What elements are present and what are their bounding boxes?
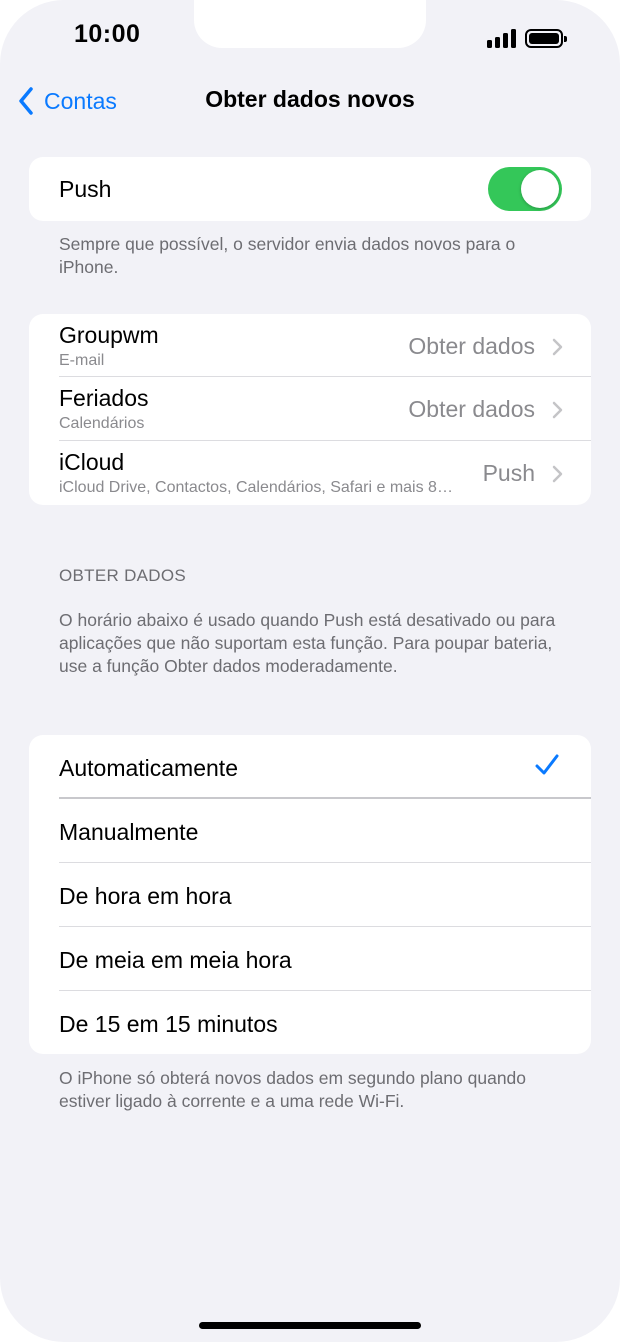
signal-icon [487,28,516,48]
account-fetch-mode: Push [482,460,535,486]
fetch-option-label: Automaticamente [59,755,238,781]
status-icons [487,26,567,48]
push-toggle[interactable] [488,167,562,211]
account-subtitle: E-mail [59,352,105,369]
account-name: Groupwm [59,322,159,348]
fetch-option-half-hourly[interactable]: De meia em meia hora [29,927,591,991]
account-name: Feriados [59,385,149,411]
chevron-right-icon [552,465,563,483]
phone-screen: 10:00 Contas Obter dados novos Push Semp… [0,0,620,1342]
fetch-option-hourly[interactable]: De hora em hora [29,863,591,927]
fetch-option-15-minutes[interactable]: De 15 em 15 minutos [29,991,591,1054]
fetch-option-label: De meia em meia hora [59,947,292,973]
chevron-right-icon [552,401,563,419]
fetch-section-header: OBTER DADOS [59,566,187,585]
home-indicator[interactable] [199,1322,421,1329]
fetch-options-group: Automaticamente Manualmente De hora em h… [29,735,591,1054]
push-footer: Sempre que possível, o servidor envia da… [59,234,516,277]
account-fetch-mode: Obter dados [408,333,535,359]
accounts-group: Groupwm E-mail Obter dados Feriados Cale… [29,314,591,505]
page-title: Obter dados novos [205,86,415,112]
checkmark-icon [535,754,559,775]
chevron-right-icon [552,338,563,356]
fetch-option-automatic[interactable]: Automaticamente [29,735,591,799]
push-row: Push [29,157,591,221]
notch [194,0,426,48]
account-subtitle: Calendários [59,415,145,432]
fetch-option-label: De hora em hora [59,883,232,909]
toggle-knob [521,170,559,208]
status-time: 10:00 [74,20,141,48]
account-row-feriados[interactable]: Feriados Calendários Obter dados [29,377,591,441]
account-fetch-mode: Obter dados [408,396,535,422]
fetch-footer: O iPhone só obterá novos dados em segund… [59,1068,527,1111]
push-group: Push [29,157,591,221]
fetch-option-label: Manualmente [59,819,199,845]
account-name: iCloud [59,449,125,475]
account-row-icloud[interactable]: iCloud iCloud Drive, Contactos, Calendár… [29,441,591,505]
fetch-description: O horário abaixo é usado quando Push est… [59,610,556,676]
account-subtitle: iCloud Drive, Contactos, Calendários, Sa… [59,479,453,496]
battery-icon [525,29,567,48]
fetch-option-label: De 15 em 15 minutos [59,1011,278,1037]
account-row-groupwm[interactable]: Groupwm E-mail Obter dados [29,314,591,377]
push-label: Push [59,176,112,202]
fetch-option-manual[interactable]: Manualmente [29,799,591,863]
